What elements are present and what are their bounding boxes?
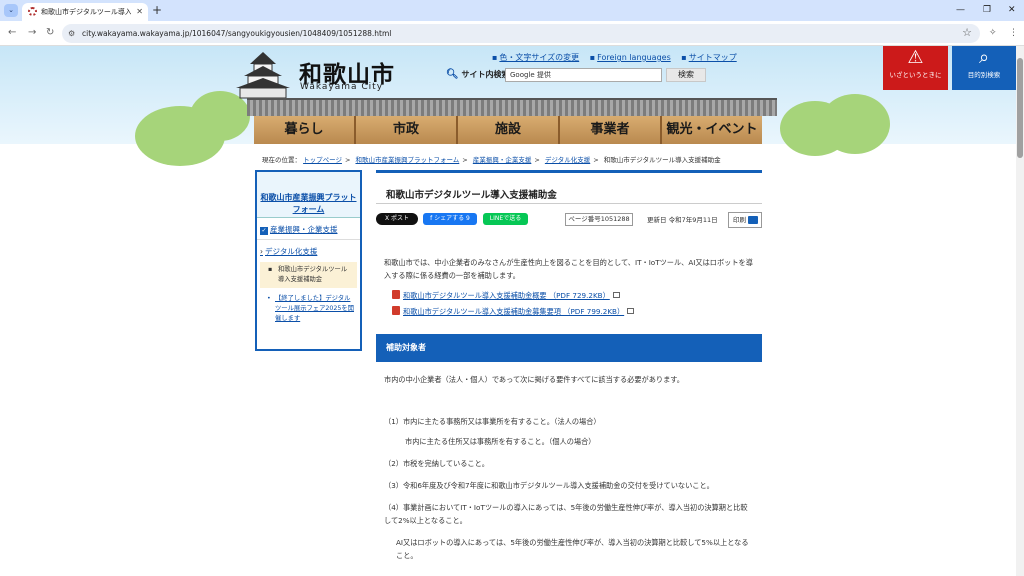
search-button[interactable]: 検索 bbox=[666, 68, 706, 82]
site-logo-subtitle: Wakayama City bbox=[300, 82, 384, 92]
breadcrumb-platform[interactable]: 和歌山市産業振興プラットフォーム bbox=[355, 156, 459, 164]
bookmark-star-icon[interactable]: ☆ bbox=[962, 26, 972, 40]
pdf-link-row: 和歌山市デジタルツール導入支援補助金概要 （PDF 729.2KB） 和歌山市デ… bbox=[376, 288, 762, 320]
nav-kurashi[interactable]: 暮らし bbox=[254, 116, 356, 144]
site-info-icon[interactable]: ⚙ bbox=[68, 27, 75, 40]
new-tab-icon[interactable]: + bbox=[152, 3, 162, 17]
browser-tab-bar: ⌄ 和歌山市デジタルツール導入支援補助 ✕ + — ❐ ✕ bbox=[0, 0, 1024, 21]
tab-close-icon[interactable]: ✕ bbox=[136, 6, 143, 18]
site-search-label: 🔍︎ サイト内検索 bbox=[446, 69, 510, 80]
page-scrollbar[interactable] bbox=[1016, 46, 1024, 576]
x-post-button[interactable]: X ポスト bbox=[376, 213, 418, 225]
window-close-icon[interactable]: ✕ bbox=[1008, 3, 1016, 17]
site-favicon-icon bbox=[28, 7, 37, 16]
eligibility-lead: 市内の中小企業者（法人・個人）であって次に掲げる要件すべてに該当する必要がありま… bbox=[384, 375, 684, 384]
global-nav: 暮らし 市政 施設 事業者 観光・イベント bbox=[254, 116, 762, 144]
requirement-2: （2）市税を完納していること。 bbox=[384, 459, 489, 468]
browser-toolbar: ← → ↻ ⚙ city.wakayama.wakayama.jp/101604… bbox=[0, 21, 1024, 46]
sidebar-item-current: 和歌山市デジタルツール導入支援補助金 bbox=[260, 262, 357, 288]
menu-icon[interactable]: ⋮ bbox=[1009, 26, 1018, 40]
roof-decoration bbox=[247, 98, 777, 116]
share-row: X ポスト f シェアする 9 LINEで送る ページ番号1051288 更新日… bbox=[376, 204, 762, 234]
site-search-input[interactable]: Google 提供 bbox=[505, 68, 662, 82]
text-size-link[interactable]: 色・文字サイズの変更 bbox=[499, 53, 579, 62]
sidebar-item-digital[interactable]: › デジタル化支援 bbox=[257, 240, 360, 262]
facebook-share-button[interactable]: f シェアする 9 bbox=[423, 213, 477, 225]
requirement-1: （1）市内に主たる事務所又は事業所を有すること。（法人の場合） bbox=[384, 417, 601, 426]
pdf-guidelines-link[interactable]: 和歌山市デジタルツール導入支援補助金募集要項 （PDF 799.2KB） bbox=[403, 307, 624, 316]
requirement-3: （3）令和6年度及び令和7年度に和歌山市デジタルツール導入支援補助金の交付を受け… bbox=[384, 481, 714, 490]
main-content: 和歌山市デジタルツール導入支援補助金 X ポスト f シェアする 9 LINEで… bbox=[376, 170, 762, 562]
checkbox-icon: ✓ bbox=[260, 227, 268, 235]
breadcrumb-top[interactable]: トップページ bbox=[303, 156, 342, 164]
external-window-icon bbox=[627, 308, 635, 314]
reload-icon[interactable]: ↻ bbox=[46, 27, 54, 39]
print-button[interactable]: 印刷 bbox=[728, 212, 762, 228]
purpose-search-label: 目的別検索 bbox=[967, 71, 1001, 79]
nav-kankou-event[interactable]: 観光・イベント bbox=[662, 116, 762, 144]
sidebar-item-fair[interactable]: 【終了しました】デジタルツール展示フェア2025を開催します bbox=[257, 288, 360, 327]
printer-icon bbox=[748, 216, 758, 224]
magnifier-icon: ⌕ bbox=[978, 47, 990, 68]
chevron-right-icon: › bbox=[260, 247, 263, 256]
purpose-search-button[interactable]: ⌕ 目的別検索 bbox=[952, 46, 1016, 90]
warning-icon: ⚠ bbox=[907, 47, 924, 68]
forward-icon[interactable]: → bbox=[28, 27, 36, 39]
updated-date: 更新日 令和7年9月11日 bbox=[647, 216, 718, 224]
tab-title: 和歌山市デジタルツール導入支援補助 bbox=[41, 8, 131, 16]
foreign-languages-link[interactable]: Foreign languages bbox=[597, 53, 671, 62]
nav-jigyousha[interactable]: 事業者 bbox=[560, 116, 662, 144]
external-window-icon bbox=[612, 292, 620, 298]
search-icon: 🔍︎ bbox=[446, 69, 459, 80]
line-share-button[interactable]: LINEで送る bbox=[483, 213, 528, 225]
tree-decoration bbox=[820, 94, 890, 154]
requirement-4: （4）事業計画においてIT・IoTツールの導入にあっては、5年後の労働生産性伸び… bbox=[384, 503, 748, 525]
page-number: ページ番号1051288 bbox=[565, 213, 633, 226]
page-viewport: 和歌山市 Wakayama City ▪ 色・文字サイズの変更 ▪ Foreign … bbox=[0, 46, 1016, 576]
url-text[interactable]: city.wakayama.wakayama.jp/1016047/sangyo… bbox=[82, 27, 391, 40]
nav-shisei[interactable]: 市政 bbox=[356, 116, 458, 144]
minimize-icon[interactable]: — bbox=[956, 3, 965, 17]
requirement-1-individual: 市内に主たる住所又は事務所を有すること。（個人の場合） bbox=[405, 437, 596, 446]
sidebar: 和歌山市産業振興プラットフォーム ✓産業振興・企業支援 ›デジタル化支援 和歌山… bbox=[255, 170, 362, 351]
page-title: 和歌山市デジタルツール導入支援補助金 bbox=[376, 170, 762, 204]
pdf-icon bbox=[392, 290, 400, 299]
browser-tab-active[interactable]: 和歌山市デジタルツール導入支援補助 ✕ bbox=[22, 3, 148, 21]
utility-links: ▪ 色・文字サイズの変更 ▪ Foreign languages ▪ サイトマップ bbox=[492, 53, 737, 62]
emergency-button[interactable]: ⚠ いざというときに bbox=[883, 46, 948, 90]
section-heading: 補助対象者 bbox=[376, 334, 762, 362]
sidebar-title[interactable]: 和歌山市産業振興プラットフォーム bbox=[257, 172, 360, 218]
sidebar-item-industry[interactable]: ✓ 産業振興・企業支援 bbox=[257, 218, 360, 240]
emergency-label: いざというときに bbox=[889, 71, 942, 79]
extensions-icon[interactable]: ✧ bbox=[989, 26, 997, 40]
scrollbar-thumb[interactable] bbox=[1017, 58, 1023, 158]
back-icon[interactable]: ← bbox=[8, 27, 16, 39]
pdf-overview-link[interactable]: 和歌山市デジタルツール導入支援補助金概要 （PDF 729.2KB） bbox=[403, 291, 610, 300]
breadcrumb-industry[interactable]: 産業振興・企業支援 bbox=[473, 156, 532, 164]
pdf-icon bbox=[392, 306, 400, 315]
requirement-4-ai: AI又はロボットの導入にあっては、5年後の労働生産性伸び率が、導入当初の決算期と… bbox=[396, 538, 749, 560]
maximize-icon[interactable]: ❐ bbox=[983, 3, 991, 17]
tab-search-icon[interactable]: ⌄ bbox=[4, 4, 18, 17]
intro-text: 和歌山市では、中小企業者のみなさんが生産性向上を図ることを目的として、IT・Io… bbox=[384, 258, 753, 280]
castle-logo-icon bbox=[236, 52, 290, 99]
breadcrumb-digital[interactable]: デジタル化支援 bbox=[545, 156, 590, 164]
sitemap-link[interactable]: サイトマップ bbox=[689, 53, 737, 62]
breadcrumb: 現在の位置： トップページ > 和歌山市産業振興プラットフォーム > 産業振興・企業… bbox=[262, 156, 721, 164]
breadcrumb-current: 和歌山市デジタルツール導入支援補助金 bbox=[603, 156, 721, 164]
address-bar[interactable]: ⚙ city.wakayama.wakayama.jp/1016047/sang… bbox=[62, 24, 980, 43]
nav-shisetsu[interactable]: 施設 bbox=[458, 116, 560, 144]
